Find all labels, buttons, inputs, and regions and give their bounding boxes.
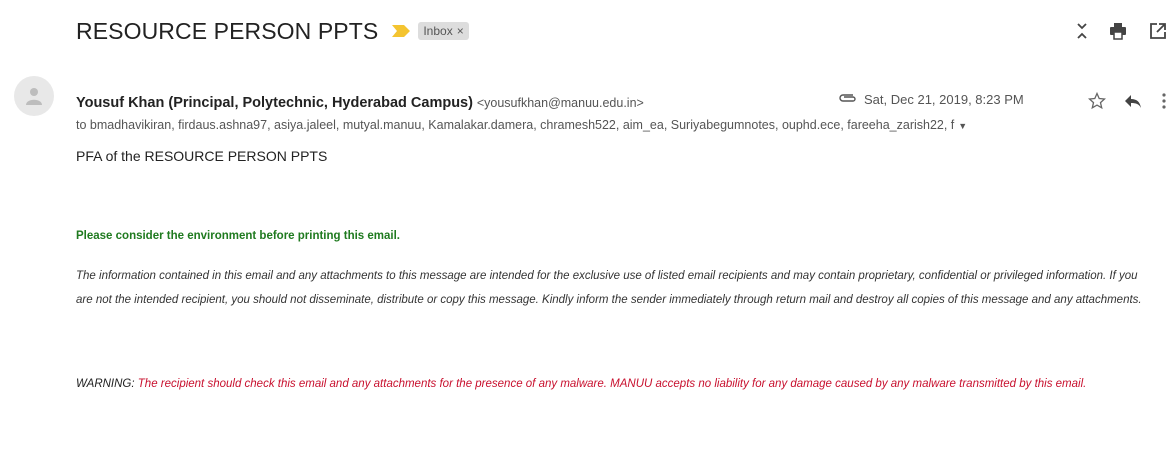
warning-text: The recipient should check this email an… — [134, 378, 1087, 390]
environment-note: Please consider the environment before p… — [76, 230, 400, 242]
default-avatar-icon[interactable] — [14, 76, 54, 116]
recipients-line[interactable]: to bmadhavikiran, firdaus.ashna97, asiya… — [76, 118, 1156, 132]
sender-email: <yousufkhan@manuu.edu.in> — [476, 96, 644, 110]
inbox-label-chip[interactable]: Inbox × — [418, 22, 469, 40]
caret-down-icon[interactable]: ▼ — [958, 121, 967, 131]
open-in-new-window-icon[interactable] — [1146, 16, 1170, 46]
sender-name[interactable]: Yousuf Khan (Principal, Polytechnic, Hyd… — [76, 95, 473, 111]
reply-icon[interactable] — [1121, 88, 1145, 114]
message-meta: Sat, Dec 21, 2019, 8:23 PM — [838, 92, 1024, 107]
importance-marker-icon[interactable] — [390, 24, 412, 38]
warning-label: WARNING: — [76, 378, 135, 390]
sender-line: Yousuf Khan (Principal, Polytechnic, Hyd… — [76, 94, 644, 111]
email-subject: RESOURCE PERSON PPTS — [76, 17, 379, 44]
paperclip-icon — [838, 92, 858, 107]
disclaimer-text: The information contained in this email … — [76, 270, 1142, 306]
warning-paragraph: WARNING: The recipient should check this… — [76, 370, 1156, 398]
star-icon[interactable] — [1085, 88, 1109, 114]
recipients-text: to bmadhavikiran, firdaus.ashna97, asiya… — [76, 118, 955, 132]
print-icon[interactable] — [1106, 16, 1130, 46]
more-vertical-icon[interactable] — [1152, 88, 1176, 114]
message-body: PFA of the RESOURCE PERSON PPTS — [76, 148, 328, 164]
subject-row: RESOURCE PERSON PPTS Inbox × — [76, 14, 469, 48]
message-date: Sat, Dec 21, 2019, 8:23 PM — [864, 92, 1024, 107]
close-icon[interactable]: × — [457, 24, 464, 38]
label-text: Inbox — [423, 24, 453, 38]
expand-collapse-icon[interactable] — [1070, 16, 1094, 46]
